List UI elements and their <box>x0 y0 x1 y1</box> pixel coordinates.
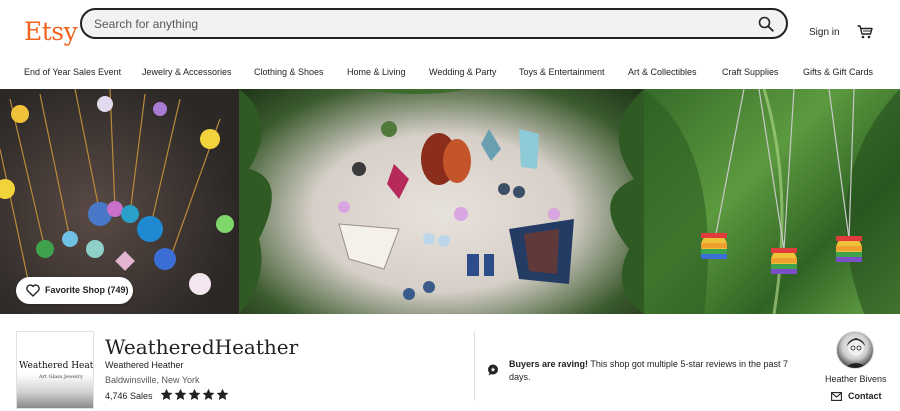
pendants-illustration <box>644 89 900 314</box>
reviews-headline: Buyers are raving! <box>509 359 589 369</box>
shop-logo-title: Weathered Heather <box>19 361 94 371</box>
contact-label: Contact <box>848 391 882 401</box>
shop-logo[interactable]: Weathered Heather Art Glass Jewelry <box>16 331 94 409</box>
nav-item-end-of-year-sales[interactable]: End of Year Sales Event <box>24 67 121 77</box>
owner-portrait <box>845 338 867 368</box>
star-icon <box>216 388 229 400</box>
search-input[interactable] <box>94 15 734 33</box>
pendant-3 <box>836 236 862 262</box>
shop-subtitle: Weathered Heather <box>105 360 184 370</box>
nav-item-art[interactable]: Art & Collectibles <box>628 67 697 77</box>
chat-bubble-icon <box>488 364 498 376</box>
nav-item-clothing[interactable]: Clothing & Shoes <box>254 67 324 77</box>
shop-name: WeatheredHeather <box>105 335 299 359</box>
shop-banner <box>0 89 900 314</box>
category-nav: End of Year Sales Event Jewelry & Access… <box>0 67 900 85</box>
earrings-illustration <box>239 89 644 314</box>
site-header: Etsy Sign in <box>0 0 900 62</box>
sign-in-link[interactable]: Sign in <box>809 27 840 38</box>
banner-image-rainbow-pendants <box>644 89 900 314</box>
shop-sales-count: 4,746 Sales <box>105 391 153 401</box>
nav-item-gifts[interactable]: Gifts & Gift Cards <box>803 67 873 77</box>
star-rating[interactable] <box>160 388 229 402</box>
owner-name: Heather Bivens <box>825 374 887 384</box>
favorite-shop-button[interactable]: Favorite Shop (749) <box>16 277 133 304</box>
nav-item-jewelry[interactable]: Jewelry & Accessories <box>142 67 232 77</box>
search-bar[interactable] <box>80 8 788 39</box>
pendant-1 <box>701 233 727 259</box>
favorite-shop-label: Favorite Shop (749) <box>45 285 129 295</box>
section-divider <box>474 331 475 401</box>
nav-item-home[interactable]: Home & Living <box>347 67 406 77</box>
banner-image-earrings <box>239 89 644 314</box>
star-icon <box>160 388 173 400</box>
pendant-2 <box>771 248 797 274</box>
etsy-logo[interactable]: Etsy <box>24 17 78 46</box>
star-icon <box>188 388 201 400</box>
shop-location: Baldwinsville, New York <box>105 375 200 385</box>
nav-item-toys[interactable]: Toys & Entertainment <box>519 67 605 77</box>
heart-icon <box>26 284 40 297</box>
star-icon <box>202 388 215 400</box>
star-icon <box>174 388 187 400</box>
cart-icon[interactable] <box>857 25 873 39</box>
mail-icon <box>831 392 842 401</box>
nav-item-craft[interactable]: Craft Supplies <box>722 67 779 77</box>
shop-logo-subtitle: Art Glass Jewelry <box>39 374 83 380</box>
reviews-callout: Buyers are raving! This shop got multipl… <box>509 358 799 384</box>
search-icon[interactable] <box>758 16 774 32</box>
owner-avatar[interactable] <box>836 331 874 369</box>
nav-item-wedding[interactable]: Wedding & Party <box>429 67 496 77</box>
